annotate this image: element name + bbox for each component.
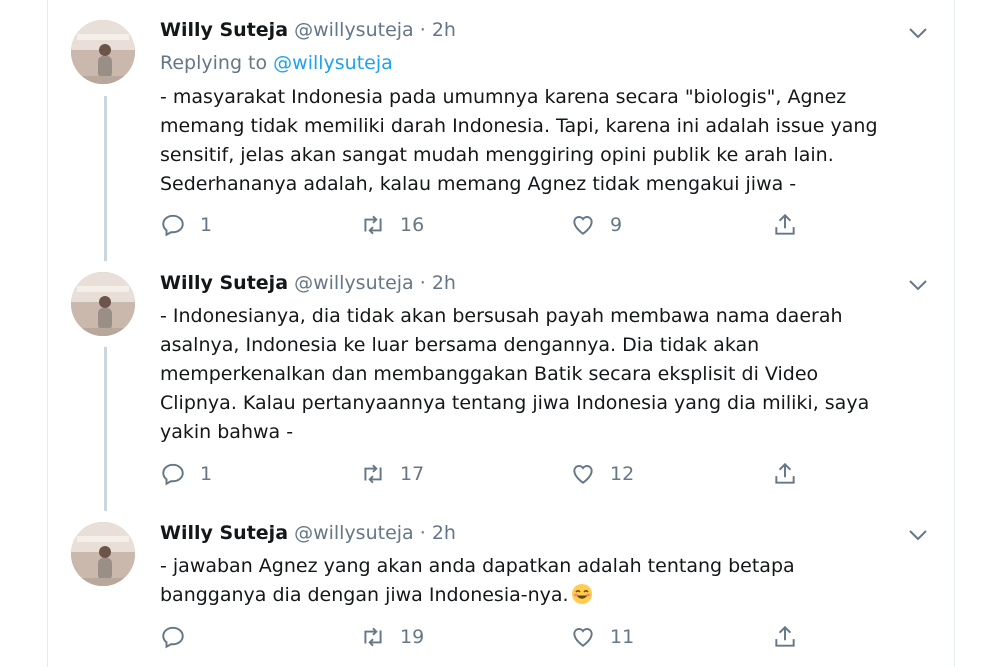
replying-to-label: Replying to (160, 52, 274, 74)
avatar[interactable] (71, 20, 135, 84)
like-button[interactable]: 11 (570, 622, 634, 652)
retweet-count: 17 (400, 463, 425, 485)
tweet-header: Willy Suteja @willysuteja · 2h (160, 272, 456, 294)
reply-icon (162, 214, 184, 237)
tweet[interactable]: Willy Suteja @willysuteja · 2h Replying … (47, 0, 953, 260)
tweet[interactable]: Willy Suteja @willysuteja · 2h - jawaban… (47, 505, 953, 667)
share-button[interactable] (772, 622, 812, 652)
like-count: 12 (610, 463, 635, 485)
like-button[interactable]: 9 (570, 210, 622, 240)
user-handle[interactable]: @willysuteja (294, 272, 414, 294)
retweet-icon (364, 464, 382, 484)
tweet-header: Willy Suteja @willysuteja · 2h (160, 522, 456, 544)
user-handle[interactable]: @willysuteja (294, 522, 414, 544)
separator: · (419, 522, 426, 544)
display-name[interactable]: Willy Suteja (160, 19, 288, 41)
heart-icon (573, 628, 593, 647)
tweet-header: Willy Suteja @willysuteja · 2h (160, 19, 456, 41)
share-icon (775, 462, 795, 484)
avatar[interactable] (71, 272, 135, 336)
tweet-actions: 1 17 12 (160, 459, 800, 489)
retweet-icon (364, 627, 382, 647)
replying-to: Replying to @willysuteja (160, 52, 393, 74)
share-button[interactable] (772, 210, 812, 240)
separator: · (419, 19, 426, 41)
avatar[interactable] (71, 522, 135, 586)
heart-icon (573, 216, 593, 235)
timestamp[interactable]: 2h (432, 19, 456, 41)
retweet-icon (364, 215, 382, 235)
tweet-text: - jawaban Agnez yang akan anda dapatkan … (160, 552, 920, 610)
retweet-count: 19 (400, 626, 425, 648)
display-name[interactable]: Willy Suteja (160, 522, 288, 544)
timestamp[interactable]: 2h (432, 522, 456, 544)
separator: · (419, 272, 426, 294)
reply-icon (162, 626, 184, 649)
chevron-down-icon[interactable] (907, 277, 929, 293)
like-count: 9 (610, 214, 623, 236)
display-name[interactable]: Willy Suteja (160, 272, 288, 294)
reply-button[interactable]: 1 (160, 210, 212, 240)
reply-icon (162, 463, 184, 486)
like-button[interactable]: 12 (570, 459, 634, 489)
user-handle[interactable]: @willysuteja (294, 19, 414, 41)
reply-count: 1 (200, 214, 213, 236)
retweet-button[interactable]: 19 (360, 622, 424, 652)
chevron-down-icon[interactable] (907, 527, 929, 543)
share-button[interactable] (772, 459, 812, 489)
like-count: 11 (610, 626, 635, 648)
retweet-count: 16 (400, 214, 425, 236)
replying-to-link[interactable]: @willysuteja (273, 52, 393, 74)
tweet-text-body: - jawaban Agnez yang akan anda dapatkan … (160, 555, 795, 606)
tweet-text: - Indonesianya, dia tidak akan bersusah … (160, 305, 870, 443)
retweet-button[interactable]: 17 (360, 459, 424, 489)
tweet-actions: 19 11 (160, 622, 800, 652)
share-icon (775, 625, 795, 647)
reply-button[interactable] (160, 622, 200, 652)
heart-icon (573, 465, 593, 484)
tweet-text: - masyarakat Indonesia pada umumnya kare… (160, 86, 878, 195)
chevron-down-icon[interactable] (907, 25, 929, 41)
retweet-button[interactable]: 16 (360, 210, 424, 240)
tweet-actions: 1 16 9 (160, 210, 800, 240)
share-icon (775, 213, 795, 235)
timestamp[interactable]: 2h (432, 272, 456, 294)
reply-count: 1 (200, 463, 213, 485)
smiling-face-emoji (571, 584, 592, 604)
tweet[interactable]: Willy Suteja @willysuteja · 2h - Indones… (47, 255, 953, 510)
reply-button[interactable]: 1 (160, 459, 212, 489)
